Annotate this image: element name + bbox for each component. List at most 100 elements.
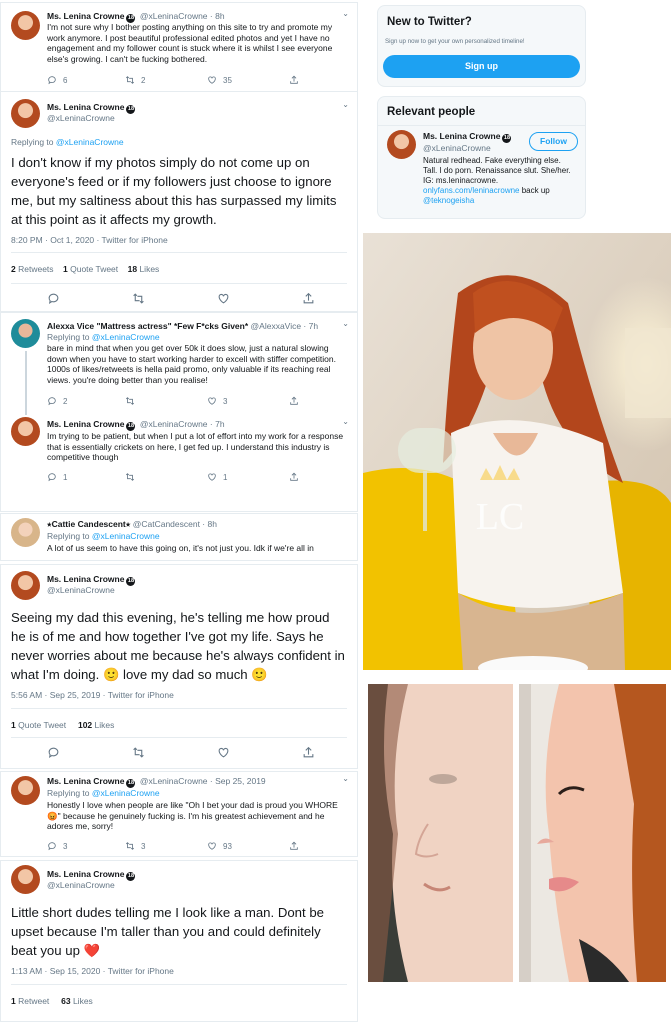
- retweets-stat[interactable]: 1 Retweet: [11, 996, 49, 1006]
- reply-button[interactable]: 3: [47, 841, 67, 851]
- retweet-button[interactable]: 3: [125, 841, 145, 851]
- retweets-count: 2: [11, 264, 16, 274]
- likes-count: 18: [127, 264, 138, 274]
- photo-profile-natural: [368, 684, 513, 982]
- author-handle[interactable]: @xLeninaCrowne · 7h: [140, 419, 225, 429]
- author-handle-line: @xLeninaCrowne: [47, 585, 343, 595]
- tweet-meta[interactable]: 8:20 PM · Oct 1, 2020 · Twitter for iPho…: [11, 235, 168, 245]
- retweet-icon: [125, 842, 135, 850]
- author-name[interactable]: Ms. Lenina Crowne: [47, 419, 124, 429]
- avatar[interactable]: [11, 417, 40, 446]
- reply-button[interactable]: 1: [47, 472, 67, 482]
- tweet-1[interactable]: Ms. Lenina Crowne 18 @xLeninaCrowne · 8h …: [1, 3, 357, 91]
- reply-tweet-alexxa[interactable]: Alexxa Vice "Mattress actress" *Few F*ck…: [1, 313, 357, 411]
- chevron-down-icon[interactable]: ⌄: [342, 774, 349, 783]
- tweet-meta[interactable]: 5:56 AM · Sep 25, 2019 · Twitter for iPh…: [11, 690, 174, 700]
- tweet-text: Honestly I love when people are like "Oh…: [47, 800, 338, 831]
- avatar[interactable]: [11, 776, 40, 805]
- likes-stat[interactable]: 18 Likes: [128, 264, 160, 274]
- avatar[interactable]: [387, 130, 416, 159]
- share-button[interactable]: [289, 472, 299, 482]
- retweet-icon[interactable]: [132, 746, 145, 759]
- replying-to-handle[interactable]: @xLeninaCrowne: [92, 332, 160, 342]
- avatar[interactable]: [11, 99, 40, 128]
- avatar[interactable]: [11, 11, 40, 40]
- retweet-icon[interactable]: [132, 292, 145, 305]
- retweets-stat[interactable]: 2 Retweets: [11, 264, 54, 274]
- bio-link[interactable]: onlyfans.com/leninacrowne: [423, 186, 520, 195]
- share-button[interactable]: [289, 396, 299, 406]
- author-handle[interactable]: @xLeninaCrowne: [47, 880, 115, 890]
- bio-text: Natural redhead. Fake everything else. T…: [423, 156, 571, 185]
- like-button[interactable]: 35: [207, 75, 232, 85]
- chevron-down-icon[interactable]: ⌄: [342, 417, 349, 426]
- sign-up-button[interactable]: Sign up: [383, 55, 580, 78]
- heart-icon[interactable]: [217, 292, 230, 305]
- tweet-meta[interactable]: 1:13 AM · Sep 15, 2020 · Twitter for iPh…: [11, 966, 174, 976]
- divider: [11, 283, 347, 284]
- avatar[interactable]: [11, 865, 40, 894]
- author-name[interactable]: Ms. Lenina Crowne: [47, 574, 124, 584]
- replying-to: Replying to @xLeninaCrowne: [47, 531, 160, 541]
- author-name[interactable]: Ms. Lenina Crowne: [47, 102, 124, 112]
- tweet-header: Ms. Lenina Crowne 18 @xLeninaCrowne · Sep…: [47, 776, 343, 788]
- share-button[interactable]: [289, 841, 299, 851]
- person-handle[interactable]: @xLeninaCrowne: [423, 143, 491, 153]
- retweet-button[interactable]: [125, 472, 135, 482]
- quote-tweets-stat[interactable]: 1 Quote Tweet: [11, 720, 66, 730]
- share-icon[interactable]: [302, 746, 315, 759]
- author-handle[interactable]: @CatCandescent · 8h: [133, 519, 217, 529]
- retweets-label: Retweets: [18, 264, 54, 274]
- avatar[interactable]: [11, 319, 40, 348]
- like-button[interactable]: 1: [207, 472, 227, 482]
- portrait-photo-image: LC: [363, 233, 671, 670]
- replying-to-handle[interactable]: @xLeninaCrowne: [56, 137, 124, 147]
- reply-count: 1: [63, 472, 68, 482]
- chevron-down-icon[interactable]: ⌄: [342, 319, 349, 328]
- quote-count: 1: [63, 264, 68, 274]
- author-name[interactable]: ⭑Cattie Candescent⭑: [47, 519, 130, 529]
- avatar[interactable]: [11, 571, 40, 600]
- author-name[interactable]: Alexxa Vice "Mattress actress" *Few F*ck…: [47, 321, 248, 331]
- retweet-button[interactable]: [125, 396, 135, 406]
- bio-mention[interactable]: @teknogeisha: [423, 196, 474, 205]
- reply-icon[interactable]: [47, 746, 60, 759]
- reply-button[interactable]: 6: [47, 75, 67, 85]
- avatar[interactable]: [11, 518, 40, 547]
- heart-icon[interactable]: [217, 746, 230, 759]
- author-name[interactable]: Ms. Lenina Crowne: [47, 11, 124, 21]
- chevron-down-icon[interactable]: ⌄: [342, 9, 349, 18]
- author-handle[interactable]: @xLeninaCrowne: [47, 113, 115, 123]
- share-icon: [290, 396, 298, 405]
- chevron-down-icon[interactable]: ⌄: [342, 100, 349, 109]
- tweet-stats: 2 Retweets 1 Quote Tweet 18 Likes: [11, 264, 347, 274]
- reply-tweet-lenina[interactable]: Ms. Lenina Crowne 18 @xLeninaCrowne · 7h …: [1, 413, 357, 488]
- replying-to-handle[interactable]: @xLeninaCrowne: [92, 788, 160, 798]
- replying-to-handle[interactable]: @xLeninaCrowne: [92, 531, 160, 541]
- reply-button[interactable]: 2: [47, 396, 67, 406]
- tweet-header: Ms. Lenina Crowne 18 @xLeninaCrowne · 7h: [47, 419, 343, 431]
- author-name[interactable]: Ms. Lenina Crowne: [47, 869, 124, 879]
- author-handle[interactable]: @xLeninaCrowne: [47, 585, 115, 595]
- tweet-actions: [1, 746, 357, 760]
- author-handle[interactable]: @xLeninaCrowne · Sep 25, 2019: [140, 776, 266, 786]
- follow-button[interactable]: Follow: [529, 132, 578, 151]
- share-button[interactable]: [289, 75, 299, 85]
- likes-stat[interactable]: 102 Likes: [78, 720, 114, 730]
- tweet-text: bare in mind that when you get over 50k …: [47, 343, 336, 385]
- photo-main: LC: [363, 233, 671, 670]
- reply-icon[interactable]: [47, 292, 60, 305]
- author-handle[interactable]: @xLeninaCrowne · 8h: [140, 11, 225, 21]
- likes-stat[interactable]: 63 Likes: [61, 996, 93, 1006]
- person-name-line: Ms. Lenina Crowne 18: [423, 131, 513, 143]
- like-button[interactable]: 3: [207, 396, 227, 406]
- quote-tweets-stat[interactable]: 1 Quote Tweet: [63, 264, 118, 274]
- person-name[interactable]: Ms. Lenina Crowne: [423, 131, 500, 141]
- new-to-twitter-subtitle: Sign up now to get your own personalized…: [385, 38, 525, 45]
- author-name[interactable]: Ms. Lenina Crowne: [47, 776, 124, 786]
- share-icon[interactable]: [302, 292, 315, 305]
- like-button[interactable]: 93: [207, 841, 232, 851]
- author-handle[interactable]: @AlexxaVice · 7h: [251, 321, 319, 331]
- retweet-button[interactable]: 2: [125, 75, 145, 85]
- reply-panel-dad-proud: Ms. Lenina Crowne 18 @xLeninaCrowne · Sep…: [0, 771, 358, 857]
